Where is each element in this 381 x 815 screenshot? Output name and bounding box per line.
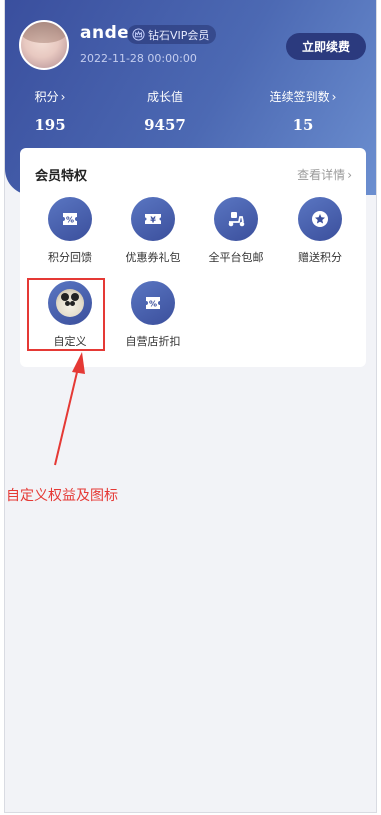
view-details-label: 查看详情	[297, 168, 346, 182]
perk-coupon-pack[interactable]: ¥ 优惠券礼包	[108, 197, 198, 265]
avatar[interactable]	[19, 20, 69, 70]
chevron-right-icon: ›	[331, 89, 337, 104]
stat-points-label: 积分	[34, 90, 59, 104]
perk-free-shipping[interactable]: 全平台包邮	[191, 197, 281, 265]
view-details-link[interactable]: 查看详情 ›	[297, 166, 352, 183]
membership-date: 2022-11-28 00:00:00	[80, 52, 197, 65]
renew-button[interactable]: 立即续费	[286, 33, 366, 60]
svg-text:¥: ¥	[150, 216, 156, 225]
stat-checkin[interactable]: 连续签到数 › 15	[258, 88, 348, 135]
perk-label: 自营店折扣	[125, 335, 181, 348]
coupon-yen-icon: ¥	[145, 214, 161, 225]
perk-label: 积分回馈	[48, 251, 92, 264]
scooter-delivery-icon	[228, 212, 245, 227]
stat-growth-value: 9457	[144, 116, 186, 134]
vip-level-label: 钻石VIP会员	[148, 28, 210, 42]
percent-ticket-icon: %	[146, 297, 160, 309]
stat-growth: 成长值 9457	[125, 88, 205, 134]
stat-checkin-label: 连续签到数	[269, 90, 330, 104]
annotation-text: 自定义权益及图标	[6, 488, 118, 504]
username: ande	[80, 23, 130, 43]
perk-points-reward[interactable]: % 积分回馈	[25, 197, 115, 265]
app-frame: ande 钻石VIP会员 2022-11-28 00:00:00 立即续费 积分…	[4, 0, 377, 813]
annotation-highlight-box	[27, 278, 105, 351]
crown-icon	[132, 28, 145, 41]
perk-label: 赠送积分	[298, 251, 342, 264]
svg-text:%: %	[149, 300, 157, 309]
stat-points[interactable]: 积分 › 195	[15, 88, 85, 135]
stat-checkin-value: 15	[292, 116, 314, 134]
perks-title: 会员特权	[35, 169, 88, 184]
chevron-right-icon: ›	[60, 89, 66, 104]
vip-badge: 钻石VIP会员	[127, 25, 217, 44]
stat-points-value: 195	[34, 116, 66, 134]
perk-bonus-points[interactable]: 赠送积分	[275, 197, 365, 265]
perk-store-discount[interactable]: % 自营店折扣	[108, 281, 198, 349]
percent-ticket-icon: %	[63, 213, 77, 225]
chevron-right-icon: ›	[347, 167, 352, 182]
star-icon	[312, 211, 328, 227]
perk-label: 优惠券礼包	[125, 251, 181, 264]
svg-text:%: %	[66, 216, 74, 225]
perk-label: 全平台包邮	[208, 251, 264, 264]
stat-growth-label: 成长值	[146, 90, 183, 104]
